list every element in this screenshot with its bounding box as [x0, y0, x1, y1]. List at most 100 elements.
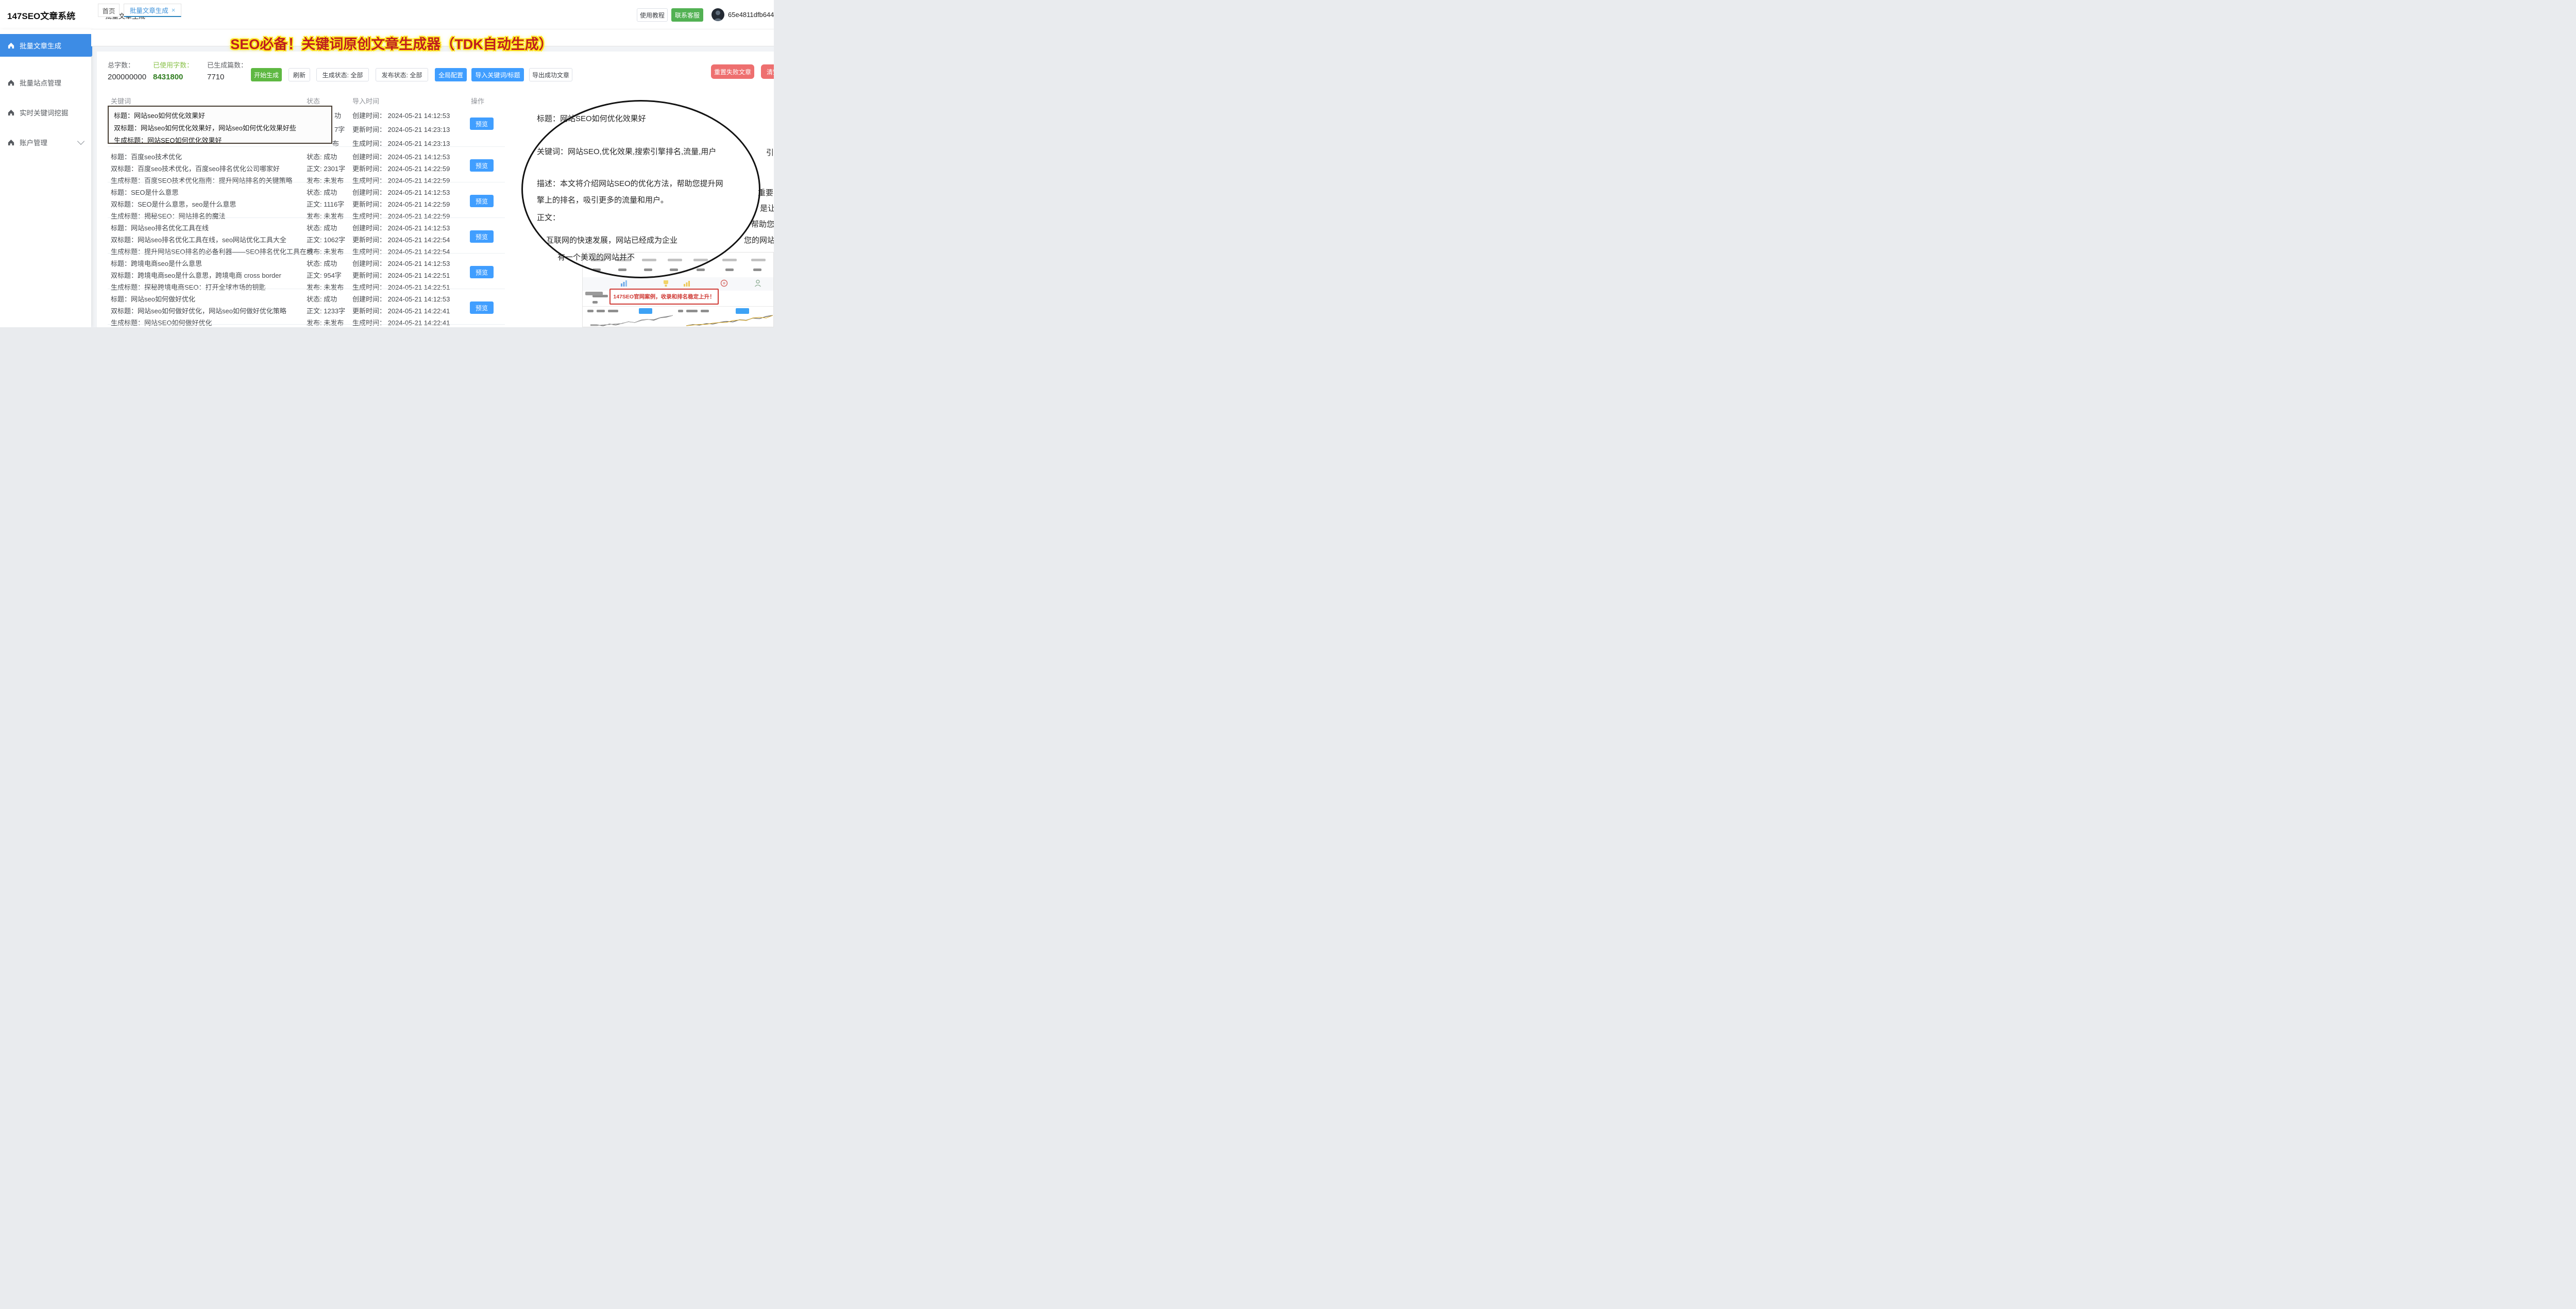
- row-double-title: 双标题：SEO是什么意思，seo是什么意思: [111, 199, 236, 209]
- ellipse-annotation: [521, 100, 760, 278]
- sidebar-item-batch-article-generate[interactable]: 批量文章生成: [0, 34, 92, 57]
- row-title: 标题：跨境电商seo是什么意思: [111, 258, 202, 268]
- sidebar-item-site-management[interactable]: 批量站点管理: [0, 72, 92, 93]
- clipped-text-fragment: 引: [766, 147, 774, 158]
- row-create-time: 创建时间： 2024-05-21 14:12:53: [352, 294, 450, 304]
- sidebar-item-label: 批量站点管理: [20, 77, 61, 88]
- row-update-time: 更新时间： 2024-05-21 14:22:54: [352, 234, 450, 244]
- preview-button[interactable]: 预览: [470, 301, 494, 314]
- clipped-text-fragment: 是让: [760, 203, 774, 213]
- row-word-count: 正文: 1116字: [307, 199, 344, 209]
- row-create-time: 创建时间： 2024-05-21 14:12:53: [352, 110, 450, 120]
- preview-button[interactable]: 预览: [470, 159, 494, 172]
- home-icon: [7, 79, 15, 87]
- global-config-button[interactable]: 全局配置: [435, 68, 467, 81]
- illegible-text-placeholder: [686, 310, 698, 312]
- avatar[interactable]: [711, 8, 724, 21]
- row-update-time: 更新时间： 2024-05-21 14:22:59: [352, 163, 450, 173]
- row-status: 状态: 成功: [307, 294, 337, 304]
- clipped-text-fragment: 帮助您: [751, 219, 774, 229]
- app-logo: 147SEO文章系统: [7, 9, 75, 22]
- illegible-text-placeholder: [701, 310, 709, 312]
- import-keywords-button[interactable]: 导入关键词/标题: [471, 68, 524, 81]
- illegible-text-placeholder: [608, 310, 618, 312]
- row-divider: [108, 324, 505, 325]
- row-double-title: 双标题：百度seo技术优化，百度seo排名优化公司哪家好: [111, 163, 280, 173]
- row-update-time: 更新时间： 2024-05-21 14:23:13: [352, 124, 450, 134]
- start-generate-button[interactable]: 开始生成: [251, 68, 282, 81]
- row-divider: [108, 146, 505, 147]
- row-update-time: 更新时间： 2024-05-21 14:22:59: [352, 199, 450, 209]
- table-row: 标题：SEO是什么意思 双标题：SEO是什么意思，seo是什么意思 生成标题：揭…: [0, 184, 520, 220]
- table-row: 标题：网站seo如何做好优化 双标题：网站seo如何做好优化，网站seo如何做好…: [0, 291, 520, 326]
- clear-articles-button[interactable]: 清空文章: [761, 64, 774, 79]
- row-title: 标题：网站seo排名优化工具在线: [111, 223, 209, 232]
- tab-label: 首页: [102, 6, 115, 15]
- row-double-title: 双标题：跨境电商seo是什么意思，跨境电商 cross border: [111, 270, 281, 280]
- used-words-value: 8431800: [153, 73, 183, 81]
- row-double-title: 双标题：网站seo如何做好优化，网站seo如何做好优化策略: [111, 306, 286, 315]
- ranking-trend-sparkline: [686, 314, 773, 327]
- row-body-fragment: 7字: [334, 124, 345, 134]
- preview-button[interactable]: 预览: [470, 230, 494, 243]
- row-create-time: 创建时间： 2024-05-21 14:12:53: [352, 187, 450, 197]
- row-publish-state: 发布: 未发布: [307, 317, 344, 327]
- used-words-label: 已使用字数：: [153, 60, 193, 70]
- screenshot-button: [639, 308, 652, 314]
- table-row: 标题：百度seo技术优化 双标题：百度seo技术优化，百度seo排名优化公司哪家…: [0, 148, 520, 184]
- row-divider: [108, 253, 505, 254]
- preview-button[interactable]: 预览: [470, 118, 494, 130]
- illegible-text-placeholder: [725, 268, 734, 271]
- home-icon: [7, 42, 15, 49]
- clipped-text-fragment: 您的网站。: [744, 234, 774, 245]
- row-status: 状态: 成功: [307, 187, 337, 197]
- person-icon: [711, 8, 724, 21]
- illegible-text-placeholder: [597, 310, 605, 312]
- row-word-count: 正文: 1062字: [307, 234, 345, 244]
- row-update-time: 更新时间： 2024-05-21 14:22:51: [352, 270, 450, 280]
- row-divider: [108, 217, 505, 218]
- generated-count-label: 已生成篇数：: [207, 60, 247, 70]
- case-annotation: 147SEO官网案例，收录和排名稳定上升！: [609, 289, 719, 305]
- tooltip-double-title: 双标题：网站seo如何优化效果好，网站seo如何优化效果好些: [114, 123, 296, 132]
- tutorial-button[interactable]: 使用教程: [637, 8, 668, 22]
- illegible-text-placeholder: [751, 259, 766, 261]
- row-title-tooltip: 标题：网站seo如何优化效果好 双标题：网站seo如何优化效果好，网站seo如何…: [108, 106, 332, 144]
- refresh-button[interactable]: 刷新: [289, 68, 310, 81]
- illegible-text-placeholder: [753, 268, 761, 271]
- app-window: 147SEO文章系统 批量文章生成 使用教程 联系客服 65e4811dfb64…: [0, 0, 774, 327]
- close-icon[interactable]: ×: [172, 6, 176, 14]
- illegible-text-placeholder: [585, 292, 603, 295]
- row-title: 标题：网站seo如何做好优化: [111, 294, 195, 304]
- user-id: 65e4811dfb644f0: [728, 11, 774, 19]
- contact-button[interactable]: 联系客服: [671, 8, 703, 22]
- person-outline-icon: [754, 279, 761, 287]
- row-word-count: 正文: 2301字: [307, 163, 345, 173]
- publish-status-filter[interactable]: 发布状态: 全部: [376, 68, 428, 81]
- illegible-text-placeholder: [722, 259, 737, 261]
- total-words-label: 总字数：: [108, 60, 134, 70]
- preview-button[interactable]: 预览: [470, 195, 494, 207]
- preview-button[interactable]: 预览: [470, 266, 494, 278]
- reset-failed-button[interactable]: 重置失败文章: [711, 64, 754, 79]
- row-update-time: 更新时间： 2024-05-21 14:22:41: [352, 306, 450, 315]
- illegible-text-placeholder: [592, 301, 598, 304]
- row-create-time: 创建时间： 2024-05-21 14:12:53: [352, 223, 450, 232]
- generate-status-filter[interactable]: 生成状态: 全部: [316, 68, 369, 81]
- row-status: 状态: 成功: [307, 223, 337, 232]
- table-row: 标题：网站seo排名优化工具在线 双标题：网站seo排名优化工具在线，seo网站…: [0, 220, 520, 255]
- row-create-time: 创建时间： 2024-05-21 14:12:53: [352, 152, 450, 161]
- screenshot-divider: [583, 306, 773, 307]
- row-status: 状态: 成功: [307, 258, 337, 268]
- blue-chart-icon: [620, 280, 628, 287]
- row-word-count: 正文: 1233字: [307, 306, 345, 315]
- row-create-time: 创建时间： 2024-05-21 14:12:53: [352, 258, 450, 268]
- collection-trend-sparkline: [590, 314, 673, 327]
- tab-batch-article-generate[interactable]: 批量文章生成 ×: [124, 4, 181, 17]
- row-status: 状态: 成功: [307, 152, 337, 161]
- tab-home[interactable]: 首页: [98, 4, 120, 17]
- red-seal-icon: [720, 279, 728, 287]
- tab-label: 批量文章生成: [130, 5, 168, 15]
- row-generate-time: 生成时间： 2024-05-21 14:22:41: [352, 317, 450, 327]
- export-success-button[interactable]: 导出成功文章: [529, 68, 572, 81]
